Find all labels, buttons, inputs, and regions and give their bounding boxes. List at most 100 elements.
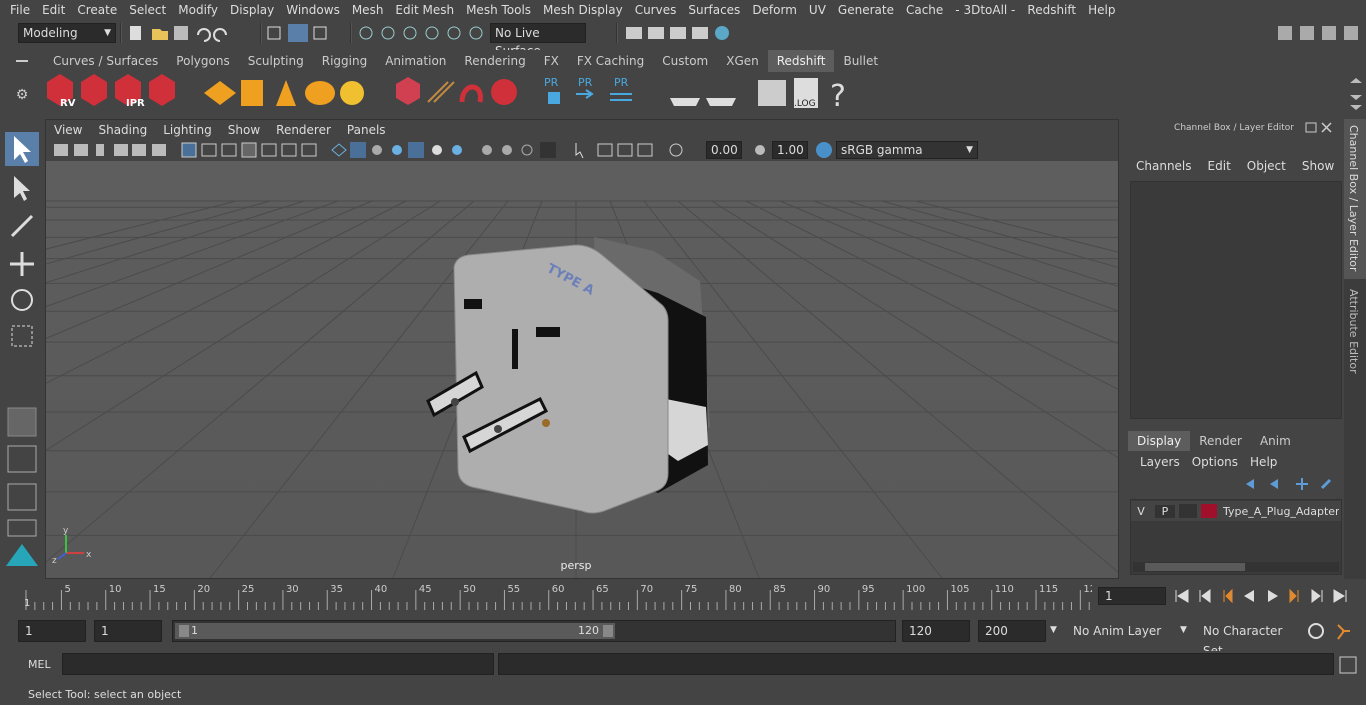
menu-cache[interactable]: Cache [900,0,949,20]
menu-edit-mesh[interactable]: Edit Mesh [389,0,460,20]
layout-four-icon[interactable] [7,445,37,473]
grid-toggle-icon[interactable] [181,142,197,158]
shadows-icon[interactable] [452,145,462,155]
rs-log-icon[interactable]: .LOG [794,78,818,109]
layer-row[interactable]: V P Type_A_Plug_Adapter_ [1131,501,1341,521]
color-space-dropdown[interactable]: sRGB gamma ▼ [836,141,978,159]
film-gate-icon[interactable] [201,143,217,157]
shelf-tab-sculpting[interactable]: Sculpting [239,50,313,72]
layer-tab-display[interactable]: Display [1128,431,1191,451]
shelf-scroll-arrows[interactable] [1346,75,1366,115]
help-icon[interactable]: ? [830,79,844,114]
rs-curve-icon[interactable] [459,84,483,103]
snap-surface-icon[interactable] [447,26,461,40]
shelf-tab-redshift[interactable]: Redshift [767,50,835,72]
viewport-menu-lighting[interactable]: Lighting [155,123,220,137]
channel-list[interactable] [1130,181,1342,419]
step-forward-key-icon[interactable] [1311,589,1323,603]
channel-menu-edit[interactable]: Edit [1200,159,1239,173]
auto-key-icon[interactable] [1308,623,1324,639]
snap-icons[interactable] [356,23,486,43]
shelf-tab-bullet[interactable]: Bullet [834,50,887,72]
layer-playback-toggle[interactable]: P [1155,504,1175,518]
range-end-grip[interactable] [603,625,613,637]
undo-icon[interactable] [197,28,211,42]
wireframe-icon[interactable] [331,143,347,157]
layout-two-icon[interactable] [7,483,37,511]
range-slider[interactable]: 1 120 [172,620,896,642]
layer-tab-anim[interactable]: Anim [1251,431,1300,451]
viewport-panel[interactable]: View Shading Lighting Show Renderer Panels [45,119,1119,579]
play-backward-icon[interactable] [1244,590,1254,602]
layout-single-icon[interactable] [7,407,37,437]
render-icons[interactable] [622,23,742,43]
new-scene-icon[interactable] [130,26,141,40]
time-ruler[interactable]: 15 10 15 20 25 30 35 40 45 50 55 60 65 70 75 80 85 90 95 10… [0,580,1092,612]
new-layer-selected-icon[interactable] [1320,478,1332,490]
shelf-menu-down-icon[interactable] [1350,105,1362,110]
viewport-tool-icons[interactable] [52,139,712,161]
rs-bake-icon[interactable] [670,98,700,106]
character-set-dropdown[interactable]: No Character Set [1196,620,1298,658]
rs-light-area-icon[interactable] [204,81,236,105]
viewport-menu-renderer[interactable]: Renderer [268,123,339,137]
shelf-tab-polygons[interactable]: Polygons [167,50,238,72]
menu-file[interactable]: File [4,0,36,20]
camera-icon[interactable] [54,144,68,156]
bookmark-icon[interactable] [96,144,104,156]
layer-scrollbar[interactable] [1133,562,1339,572]
menu-display[interactable]: Display [224,0,280,20]
redo-icon[interactable] [213,28,227,42]
snap-live-icon[interactable] [469,26,483,40]
range-start-grip[interactable] [179,625,189,637]
shelf-menu-icon[interactable] [0,50,44,72]
menu-create[interactable]: Create [71,0,123,20]
rs-render-sequence-icon[interactable] [81,74,107,106]
field-chart-icon[interactable] [261,143,277,157]
channel-menu-show[interactable]: Show [1294,159,1342,173]
move-layer-up-icon[interactable] [1246,479,1254,489]
script-language-label[interactable]: MEL [28,658,51,671]
depth-of-field-icon[interactable] [540,142,556,158]
snap-curve-icon[interactable] [381,26,395,40]
modeling-toolkit-icon[interactable] [1322,26,1336,40]
snap-point-icon[interactable] [403,26,417,40]
range-slider-handle[interactable]: 1 120 [175,623,615,639]
ambient-occlusion-icon[interactable] [482,145,492,155]
live-surface-field[interactable]: No Live Surface [490,23,586,58]
tool-icons[interactable] [0,120,44,580]
snap-view-icon[interactable] [425,26,439,40]
grease-pencil-icon[interactable] [152,144,166,156]
shelf-tab-rendering[interactable]: Rendering [455,50,534,72]
viewport-menu-view[interactable]: View [46,123,90,137]
shelf-scroll-down-icon[interactable] [1350,95,1362,100]
resolution-gate-icon[interactable] [221,143,237,157]
attribute-icon[interactable] [1344,26,1358,40]
shelf-icons[interactable]: RV IPR PR PR PR .LOG [44,72,844,118]
gamma-field[interactable]: 1.00 [772,141,808,159]
file-tools-icons[interactable] [126,23,256,43]
float-panel-icon[interactable] [1305,122,1317,133]
shelf-tab-fx-caching[interactable]: FX Caching [568,50,653,72]
layer-reference-toggle[interactable] [1179,504,1197,518]
rs-sphere-icon[interactable] [491,79,517,105]
step-back-frame-icon[interactable] [1223,588,1233,604]
rs-ipr-icon[interactable]: IPR [115,74,145,109]
current-frame-field[interactable]: 1 [1098,587,1166,605]
rs-sun-sky-icon[interactable] [340,81,364,105]
shelf-tab-rigging[interactable]: Rigging [313,50,376,72]
rs-code-icon[interactable] [758,80,786,106]
shelf-tab-curves-surfaces[interactable]: Curves / Surfaces [44,50,167,72]
menu-mesh[interactable]: Mesh [346,0,390,20]
render-settings-icon[interactable] [692,27,708,39]
menu-3dtoall[interactable]: - 3DtoAll - [949,0,1021,20]
save-scene-icon[interactable] [174,26,188,40]
exposure-icon[interactable] [669,143,683,157]
layer-color-swatch[interactable] [1201,504,1217,518]
selection-mode-icons[interactable] [266,23,346,43]
rs-bake-set-icon[interactable] [706,98,736,106]
xray-icon[interactable] [392,145,402,155]
paint-select-tool-icon[interactable] [10,214,34,238]
workspace-icon[interactable] [1300,26,1314,40]
channel-menu-channels[interactable]: Channels [1128,159,1200,173]
